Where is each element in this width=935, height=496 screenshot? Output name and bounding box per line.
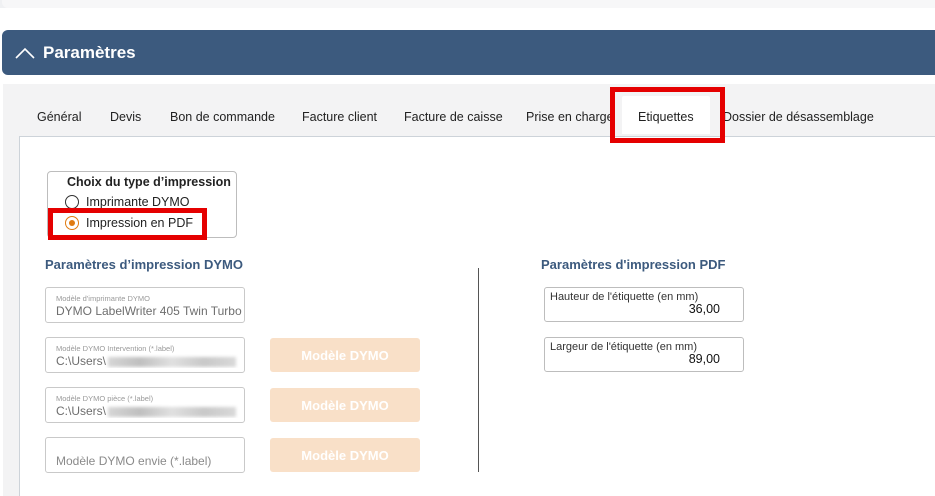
parameters-section-header[interactable]: Paramètres [2,30,935,75]
intervention-model-value-row: C:\Users\ [56,354,244,368]
intervention-model-label: Modèle DYMO Intervention (*.label) [56,344,175,353]
tab-bar: Général Devis Bon de commande Facture cl… [3,84,935,136]
part-model-field[interactable]: Modèle DYMO pièce (*.label) C:\Users\ [45,387,245,423]
envie-model-placeholder: Modèle DYMO envie (*.label) [56,454,212,468]
tab-dossier-de-desassemblage[interactable]: Dossier de désassemblage [723,110,874,124]
tab-facture-client[interactable]: Facture client [302,110,377,124]
printer-model-value: DYMO LabelWriter 405 Twin Turbo [56,304,242,318]
radio-label-dymo: Imprimante DYMO [86,195,190,209]
chevron-up-icon [15,47,35,59]
label-width-field[interactable]: Largeur de l'étiquette (en mm) 89,00 [544,337,744,372]
parameters-panel: Général Devis Bon de commande Facture cl… [3,84,935,496]
print-type-title: Choix du type d’impression [67,175,231,189]
label-height-label: Hauteur de l'étiquette (en mm) [550,291,699,303]
intervention-model-value: C:\Users\ [56,354,107,368]
label-height-field[interactable]: Hauteur de l'étiquette (en mm) 36,00 [544,287,744,322]
column-divider [478,268,479,472]
tab-general[interactable]: Général [37,110,81,124]
envie-model-field[interactable]: Modèle DYMO envie (*.label) [45,437,245,473]
printer-model-field[interactable]: Modèle d'imprimante DYMO DYMO LabelWrite… [45,287,245,323]
tab-facture-de-caisse[interactable]: Facture de caisse [404,110,503,124]
etiquettes-tab-highlight-box [610,87,725,143]
label-width-value[interactable]: 89,00 [689,352,720,366]
radio-unchecked-icon[interactable] [65,195,79,209]
printer-model-label: Modèle d'imprimante DYMO [56,294,150,303]
previous-card [2,0,935,8]
etiquettes-content: Choix du type d’impression Imprimante DY… [19,136,935,496]
section-title: Paramètres [43,42,136,62]
label-width-label: Largeur de l'étiquette (en mm) [550,341,698,353]
dymo-section-title: Paramètres d’impression DYMO [45,257,243,272]
redacted-path [108,356,237,367]
tab-bon-de-commande[interactable]: Bon de commande [170,110,275,124]
redacted-path [108,406,237,417]
pdf-option-highlight-box [48,208,207,240]
part-model-value: C:\Users\ [56,404,107,418]
envie-model-button[interactable]: Modèle DYMO [270,438,420,472]
pdf-section-title: Paramètres d'impression PDF [541,257,726,272]
radio-option-dymo[interactable]: Imprimante DYMO [65,195,190,209]
tab-devis[interactable]: Devis [110,110,141,124]
part-model-button[interactable]: Modèle DYMO [270,388,420,422]
part-model-value-row: C:\Users\ [56,404,244,418]
intervention-model-button[interactable]: Modèle DYMO [270,338,420,372]
label-height-value[interactable]: 36,00 [689,302,720,316]
part-model-label: Modèle DYMO pièce (*.label) [56,394,154,403]
tab-prise-en-charge[interactable]: Prise en charge [526,110,614,124]
intervention-model-field[interactable]: Modèle DYMO Intervention (*.label) C:\Us… [45,337,245,373]
